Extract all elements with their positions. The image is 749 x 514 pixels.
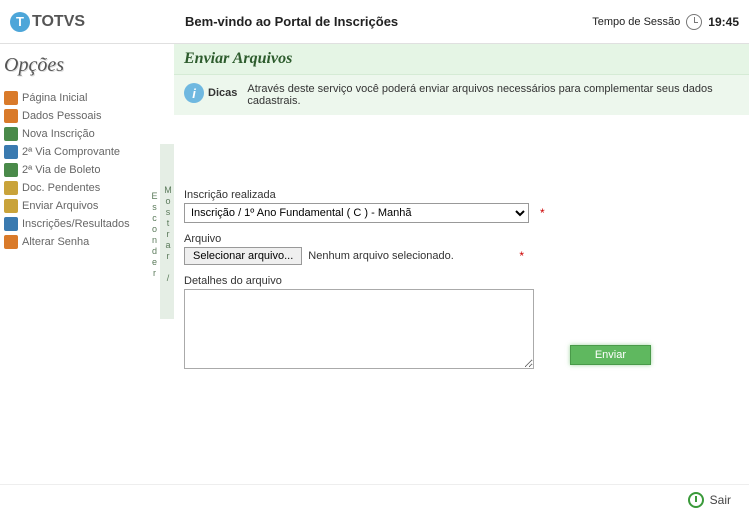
upload-form: Inscrição realizada Inscrição / 1º Ano F… (174, 129, 749, 392)
arquivo-label: Arquivo (184, 233, 739, 245)
sidebar-item-upload-icon (4, 199, 18, 213)
sidebar-item-label: Nova Inscrição (22, 128, 95, 140)
sidebar-item-password-icon (4, 235, 18, 249)
required-mark: * (540, 206, 545, 220)
sidebar-item-label: Página Inicial (22, 92, 87, 104)
sidebar-item-label: Doc. Pendentes (22, 182, 100, 194)
sidebar-item-home-icon (4, 91, 18, 105)
main-content: Enviar Arquivos i Dicas Através deste se… (174, 44, 749, 484)
sidebar-item-results[interactable]: Inscrições/Resultados (2, 215, 158, 233)
inscricao-select[interactable]: Inscrição / 1º Ano Fundamental ( C ) - M… (184, 203, 529, 223)
sidebar-item-pending[interactable]: Doc. Pendentes (2, 179, 158, 197)
session-info: Tempo de Sessão 19:45 (592, 14, 739, 30)
file-select-button[interactable]: Selecionar arquivo... (184, 247, 302, 265)
toggle-sidebar[interactable]: Mostrar / Esconder (160, 144, 174, 319)
sidebar-item-new-icon (4, 127, 18, 141)
submit-button[interactable]: Enviar (570, 345, 651, 365)
sidebar-item-upload[interactable]: Enviar Arquivos (2, 197, 158, 215)
session-time: 19:45 (708, 15, 739, 29)
sidebar-item-receipt-icon (4, 145, 18, 159)
sidebar-item-label: Dados Pessoais (22, 110, 102, 122)
sidebar-item-label: Alterar Senha (22, 236, 89, 248)
detalhes-textarea[interactable] (184, 289, 534, 369)
exit-link[interactable]: Sair (710, 493, 731, 507)
logo-icon: T (10, 12, 30, 32)
sidebar-title: Opções (2, 54, 158, 77)
session-label: Tempo de Sessão (592, 16, 680, 28)
sidebar-item-home[interactable]: Página Inicial (2, 89, 158, 107)
sidebar-item-label: Enviar Arquivos (22, 200, 98, 212)
sidebar-item-boleto[interactable]: 2ª Via de Boleto (2, 161, 158, 179)
sidebar-item-receipt[interactable]: 2ª Via Comprovante (2, 143, 158, 161)
detalhes-label: Detalhes do arquivo (184, 275, 739, 287)
sidebar-item-password[interactable]: Alterar Senha (2, 233, 158, 251)
page-welcome: Bem-vindo ao Portal de Inscrições (85, 14, 592, 29)
sidebar-item-results-icon (4, 217, 18, 231)
sidebar-item-boleto-icon (4, 163, 18, 177)
logo: T TOTVS (10, 12, 85, 32)
info-text: Através deste serviço você poderá enviar… (247, 83, 739, 107)
required-mark: * (519, 249, 729, 263)
clock-icon (686, 14, 702, 30)
file-status: Nenhum arquivo selecionado. (308, 250, 454, 262)
sidebar-item-pending-icon (4, 181, 18, 195)
inscricao-label: Inscrição realizada (184, 189, 739, 201)
footer: Sair (0, 484, 749, 514)
power-icon (688, 492, 704, 508)
sidebar-item-label: Inscrições/Resultados (22, 218, 130, 230)
info-box: i Dicas Através deste serviço você poder… (174, 74, 749, 115)
info-label: Dicas (208, 87, 237, 99)
sidebar-item-label: 2ª Via de Boleto (22, 164, 100, 176)
info-icon: i (184, 83, 204, 103)
page-title-bar: Enviar Arquivos (174, 44, 749, 74)
sidebar-item-personal-icon (4, 109, 18, 123)
sidebar-item-label: 2ª Via Comprovante (22, 146, 120, 158)
sidebar: Opções Página Inicial Dados Pessoais Nova … (0, 44, 160, 484)
sidebar-item-personal[interactable]: Dados Pessoais (2, 107, 158, 125)
header: T TOTVS Bem-vindo ao Portal de Inscriçõe… (0, 0, 749, 44)
page-title: Enviar Arquivos (184, 50, 739, 68)
sidebar-item-new[interactable]: Nova Inscrição (2, 125, 158, 143)
logo-text: TOTVS (32, 13, 85, 31)
